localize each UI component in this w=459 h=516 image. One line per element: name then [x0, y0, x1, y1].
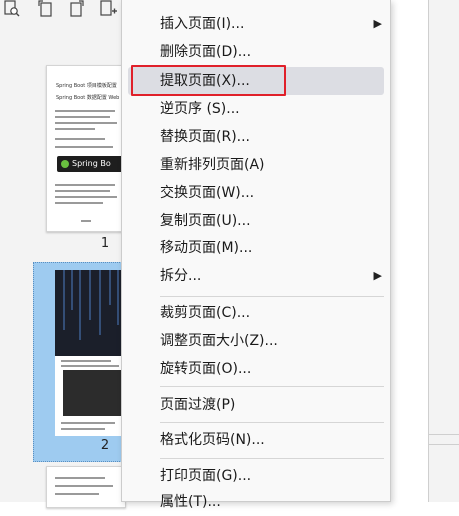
menu-rearrange-pages[interactable]: 重新排列页面(A) [128, 151, 384, 179]
thumbnail-toolbar [0, 0, 130, 20]
rotate-right-icon[interactable] [68, 0, 88, 20]
thumb-title-line-1: Spring Boot 项目模板配置 [56, 83, 117, 89]
menu-swap-pages[interactable]: 交换页面(W)... [128, 179, 384, 207]
menu-reverse-pages[interactable]: 逆页序 (S)... [128, 95, 384, 123]
annotation-highlight-box [131, 65, 286, 96]
menu-duplicate-pages[interactable]: 复制页面(U)... [128, 207, 384, 235]
submenu-arrow-icon: ▶ [373, 17, 382, 30]
page-thumbnail-1[interactable]: Spring Boot 项目模板配置 Spring Boot 数据配置 Web … [46, 65, 126, 232]
menu-print-pages[interactable]: 打印页面(G)... [128, 462, 384, 490]
menu-delete-pages[interactable]: 删除页面(D)... [128, 38, 384, 66]
page-thumbnail-2-body [55, 356, 125, 436]
menu-split[interactable]: 拆分... ▶ [128, 262, 384, 290]
zoom-page-icon[interactable] [2, 0, 22, 20]
menu-replace-pages[interactable]: 替换页面(R)... [128, 123, 384, 151]
page-number-2: 2 [100, 438, 110, 453]
thumb-title-line-2: Spring Boot 数据配置 Web [56, 95, 120, 101]
rotate-left-icon[interactable] [36, 0, 56, 20]
menu-insert-pages[interactable]: 插入页面(I)... ▶ [128, 10, 384, 38]
menu-rotate-pages[interactable]: 旋转页面(O)... [128, 355, 384, 383]
thumbnail-panel: Spring Boot 项目模板配置 Spring Boot 数据配置 Web … [0, 0, 130, 508]
menu-separator [160, 296, 384, 297]
page-number-1: 1 [100, 236, 110, 251]
menu-properties[interactable]: 属性(T)... [128, 488, 384, 516]
menu-move-pages[interactable]: 移动页面(M)... [128, 234, 384, 262]
menu-separator [160, 422, 384, 423]
thumb-spring-badge: Spring Bo [57, 156, 125, 172]
page-thumbnail-2-image [55, 270, 125, 356]
menu-resize-pages[interactable]: 调整页面大小(Z)... [128, 327, 384, 355]
document-area-edge [428, 0, 459, 502]
insert-page-icon[interactable] [98, 0, 118, 20]
menu-crop-pages[interactable]: 裁剪页面(C)... [128, 299, 384, 327]
menu-separator [160, 458, 384, 459]
menu-separator [160, 386, 384, 387]
divider [428, 434, 459, 435]
menu-format-page-numbers[interactable]: 格式化页码(N)... [128, 426, 384, 454]
divider [428, 444, 459, 445]
submenu-arrow-icon: ▶ [373, 269, 382, 282]
menu-page-transitions[interactable]: 页面过渡(P) [128, 391, 384, 419]
